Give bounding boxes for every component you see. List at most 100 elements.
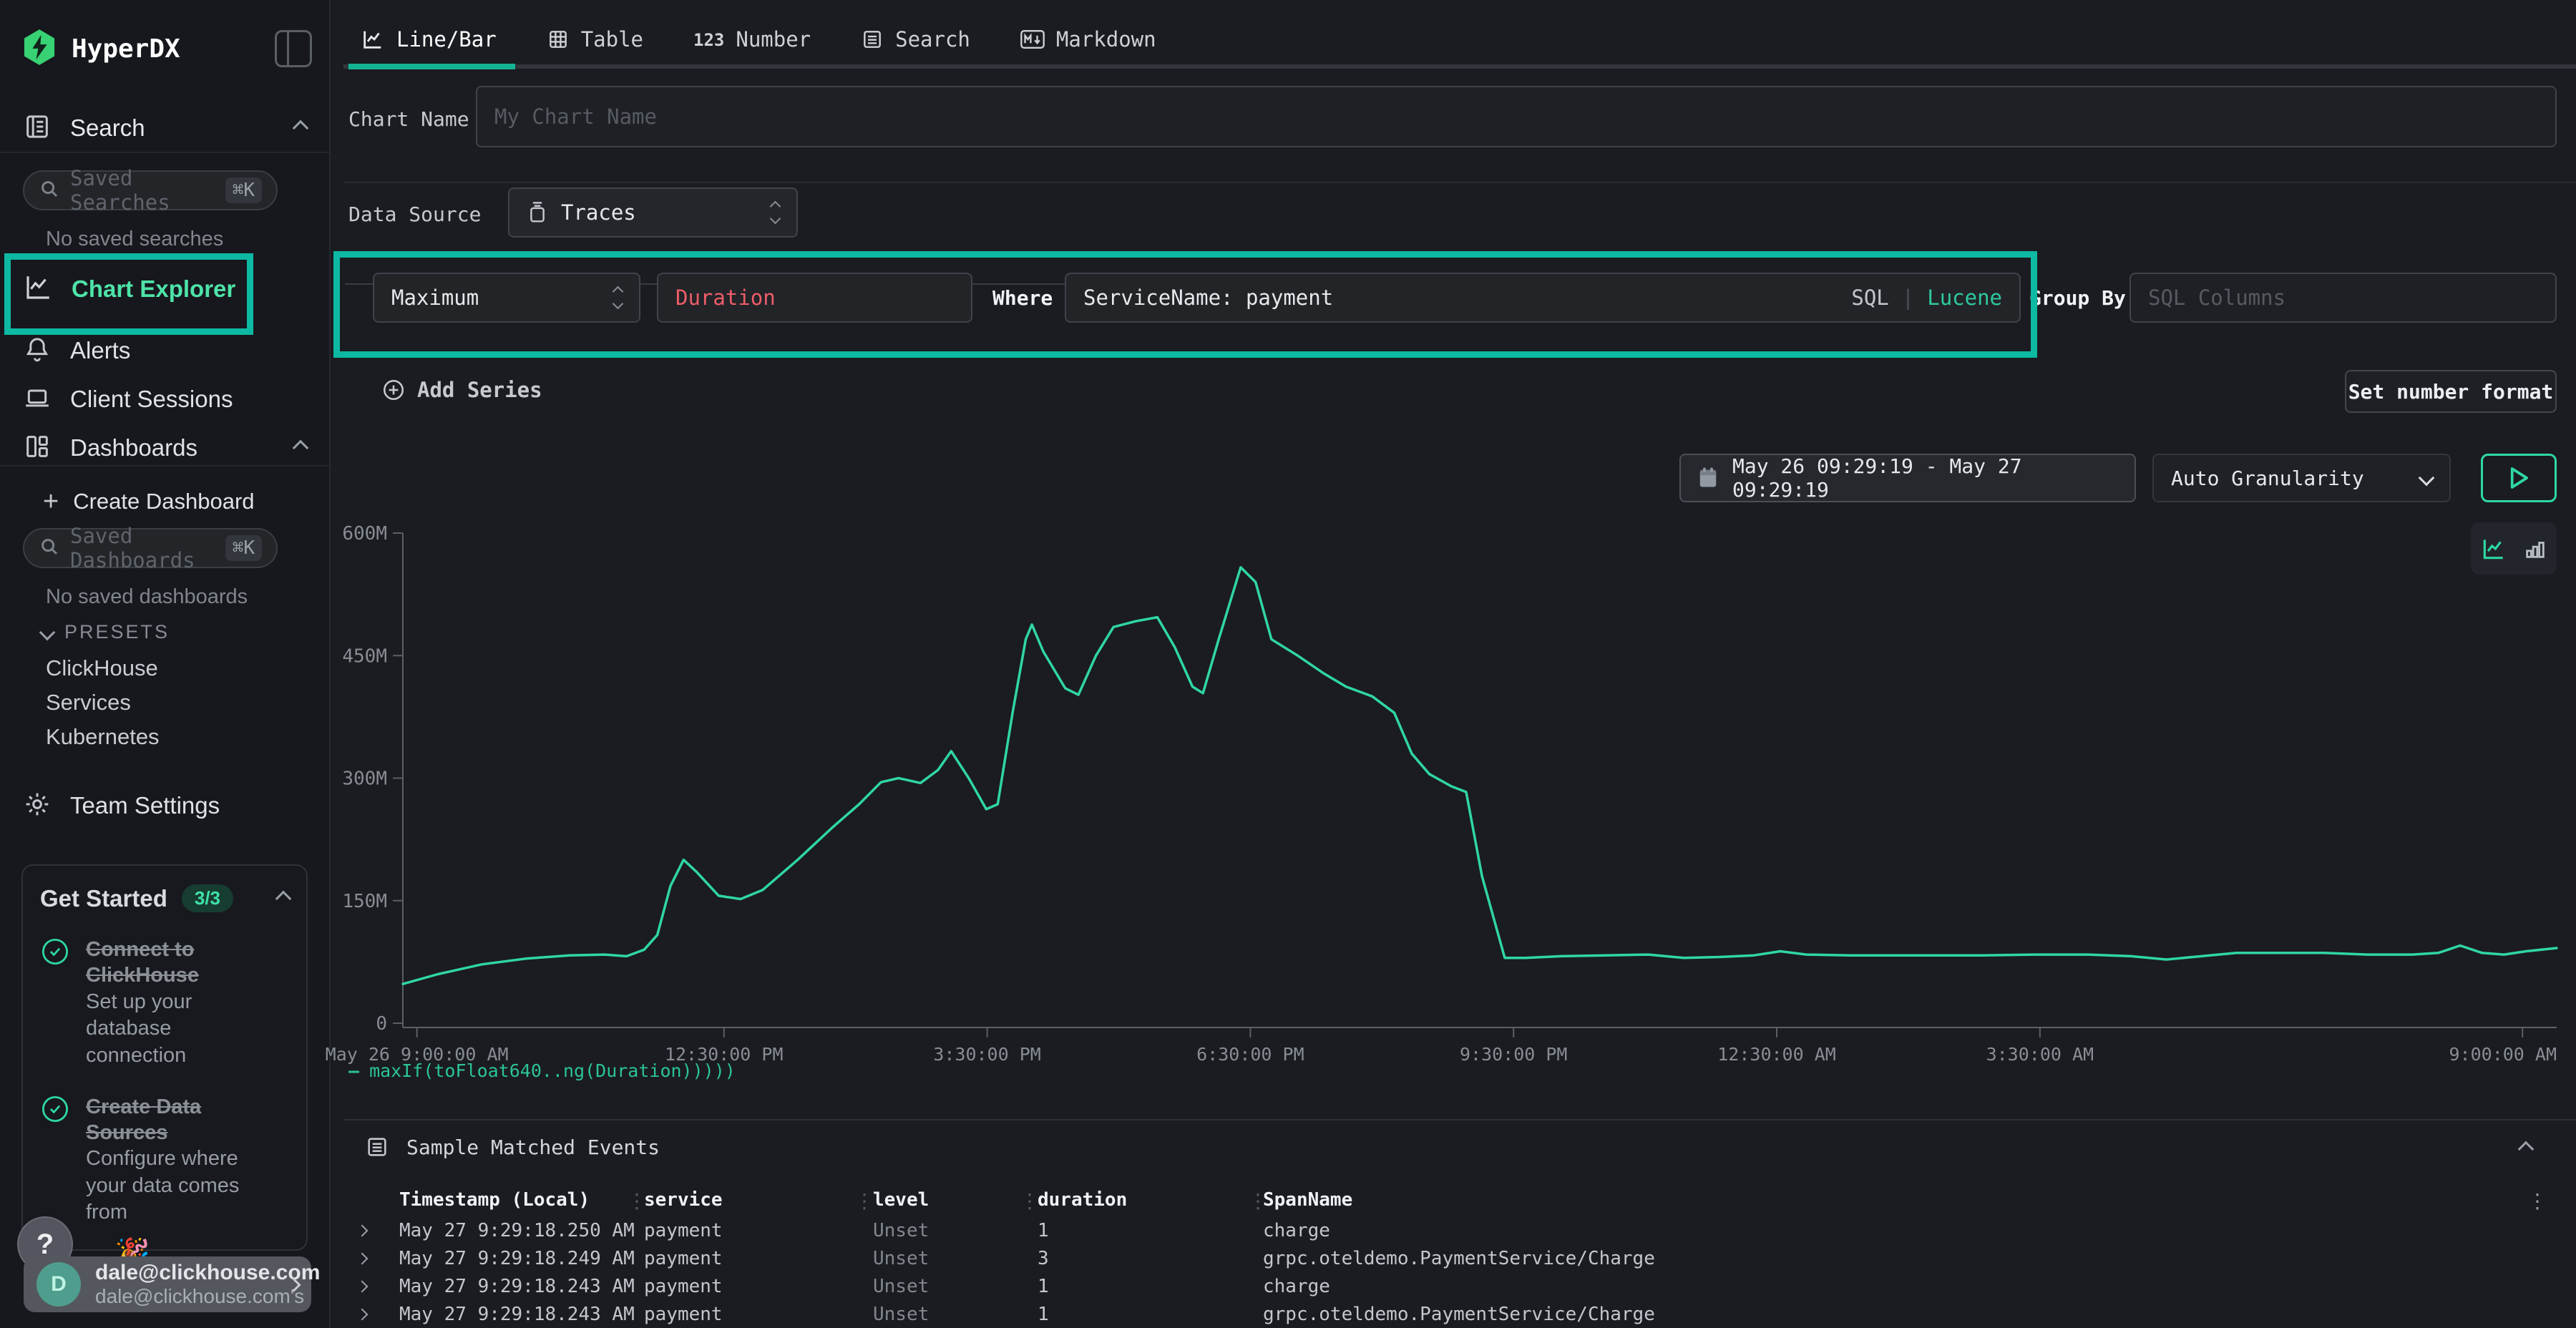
chevron-up-icon[interactable] (275, 890, 292, 907)
tab-label: Search (895, 27, 970, 52)
create-dashboard-button[interactable]: + Create Dashboard (0, 478, 329, 525)
line-chart-toggle-icon[interactable] (2480, 535, 2507, 562)
chart-explorer-icon (23, 273, 53, 306)
event-row[interactable]: May 27 9:29:18.250 AMpaymentUnset1charge (343, 1220, 2562, 1248)
play-icon (2509, 467, 2528, 489)
get-started-item[interactable]: Connect to ClickHouseSet up your databas… (40, 937, 289, 1070)
chart-legend: — maxIf(toFloat640..ng(Duration))))) (348, 1060, 736, 1081)
sidebar-item-dashboards[interactable]: Dashboards (0, 421, 329, 475)
list-icon (861, 28, 884, 51)
set-number-format-button[interactable]: Set number format (2345, 370, 2557, 413)
event-row[interactable]: May 27 9:29:18.243 AMpaymentUnset1grpc.o… (343, 1304, 2562, 1328)
y-axis-tick-label: 450M (342, 645, 387, 667)
tab-table[interactable]: Table (547, 16, 643, 63)
saved-dashboards-input[interactable]: Saved Dashboards ⌘K (23, 528, 278, 568)
get-started-item-title: Create Data Sources (86, 1094, 265, 1146)
preset-item-services[interactable]: Services (46, 690, 131, 716)
tab-line-bar[interactable]: Line/Bar (361, 16, 497, 63)
chevron-up-icon[interactable] (293, 440, 309, 456)
toggle-separator: | (1902, 285, 1914, 310)
sample-events-title: Sample Matched Events (406, 1136, 660, 1159)
sidebar-collapse-icon[interactable] (275, 30, 312, 67)
cell-level: Unset (873, 1304, 929, 1325)
column-header-service[interactable]: service (644, 1189, 723, 1211)
cell-service: payment (644, 1304, 723, 1325)
search-section-label: Search (70, 114, 145, 142)
column-header-timestamp-local-[interactable]: Timestamp (Local) (399, 1189, 590, 1211)
get-started-header[interactable]: Get Started 3/3 (40, 884, 289, 912)
event-row[interactable]: May 27 9:29:18.249 AMpaymentUnset3grpc.o… (343, 1248, 2562, 1276)
sidebar-section-search[interactable]: Search (0, 106, 329, 150)
cell-timestamp-local-: May 27 9:29:18.249 AM (399, 1248, 635, 1269)
aggregation-value: Maximum (391, 285, 479, 310)
group-by-input[interactable]: SQL Columns (2129, 273, 2557, 323)
run-query-button[interactable] (2481, 454, 2557, 502)
column-resize-handle[interactable]: ⋮ (854, 1189, 874, 1213)
help-label: ? (36, 1229, 54, 1261)
sidebar-item-client-sessions[interactable]: Client Sessions (0, 372, 329, 426)
expand-row-icon[interactable] (358, 1281, 366, 1294)
chart-name-input[interactable]: My Chart Name (476, 86, 2557, 147)
user-menu[interactable]: D dale@clickhouse.com dale@clickhouse.co… (24, 1256, 311, 1312)
column-resize-handle[interactable]: ⋮ (627, 1189, 647, 1213)
cell-spanname: grpc.oteldemo.PaymentService/Charge (1263, 1248, 1655, 1269)
get-started-items: Connect to ClickHouseSet up your databas… (40, 937, 289, 1251)
field-value: Duration (675, 285, 776, 310)
column-header-duration[interactable]: duration (1038, 1189, 1127, 1211)
cell-spanname: grpc.oteldemo.PaymentService/Charge (1263, 1304, 1655, 1325)
granularity-select[interactable]: Auto Granularity (2152, 454, 2451, 502)
where-input[interactable]: ServiceName: payment SQL | Lucene (1065, 273, 2021, 323)
column-header-level[interactable]: level (873, 1189, 929, 1211)
sidebar-item-chart-explorer[interactable]: Chart Explorer (0, 262, 329, 316)
column-resize-handle[interactable]: ⋮ (1248, 1189, 1268, 1213)
dashboards-grid-icon (23, 432, 52, 464)
cell-duration: 3 (1038, 1248, 1049, 1269)
field-select[interactable]: Duration (657, 273, 972, 323)
line-chart-icon (361, 27, 385, 52)
preset-item-clickhouse[interactable]: ClickHouse (46, 655, 158, 681)
divider (0, 465, 329, 467)
preset-item-kubernetes[interactable]: Kubernetes (46, 724, 160, 750)
aggregation-select[interactable]: Maximum (373, 273, 640, 323)
tab-markdown[interactable]: Markdown (1020, 16, 1156, 63)
event-row[interactable]: May 27 9:29:18.243 AMpaymentUnset1charge (343, 1276, 2562, 1304)
data-source-select[interactable]: Traces (508, 187, 798, 238)
sidebar-item-label: Dashboards (70, 434, 197, 462)
updown-chevron-icon (614, 288, 622, 308)
lucene-toggle[interactable]: Lucene (1927, 285, 2002, 310)
collapse-panel-button[interactable] (2520, 1143, 2532, 1158)
presets-toggle[interactable]: PRESETS (42, 621, 170, 643)
expand-row-icon[interactable] (358, 1226, 366, 1239)
chevron-down-icon (2419, 470, 2435, 487)
group-by-placeholder: SQL Columns (2148, 285, 2285, 310)
expand-row-icon[interactable] (358, 1254, 366, 1266)
expand-row-icon[interactable] (358, 1309, 366, 1322)
x-axis-tick-label: 6:30:00 PM (1196, 1044, 1304, 1065)
brand-row: HyperDX (23, 26, 312, 72)
sample-events-header[interactable]: Sample Matched Events (365, 1135, 660, 1159)
legend-marker: — (348, 1060, 359, 1081)
table-menu-icon[interactable]: ⋮ (2527, 1189, 2547, 1213)
sidebar-item-alerts[interactable]: Alerts (0, 323, 329, 378)
add-series-label: Add Series (417, 378, 542, 402)
divider (343, 182, 2576, 183)
divider (0, 152, 329, 153)
get-started-item[interactable]: Create Data SourcesConfigure where your … (40, 1094, 289, 1227)
column-header-spanname[interactable]: SpanName (1263, 1189, 1352, 1211)
sidebar-item-team-settings[interactable]: Team Settings (0, 778, 329, 833)
date-range-input[interactable]: May 26 09:29:19 - May 27 09:29:19 (1679, 454, 2136, 502)
bar-chart-toggle-icon[interactable] (2523, 537, 2547, 561)
add-series-button[interactable]: Add Series (381, 378, 542, 402)
no-saved-dashboards-text: No saved dashboards (46, 585, 248, 609)
tab-number[interactable]: 123Number (693, 16, 811, 63)
active-tab-indicator (348, 64, 515, 69)
sql-toggle[interactable]: SQL (1851, 285, 1888, 310)
cell-spanname: charge (1263, 1220, 1330, 1241)
create-dashboard-label: Create Dashboard (73, 489, 254, 514)
app-root: HyperDX Search Saved Searches ⌘K No save… (0, 0, 2576, 1328)
tab-search[interactable]: Search (861, 16, 970, 63)
chevron-up-icon[interactable] (293, 120, 309, 137)
saved-searches-input[interactable]: Saved Searches ⌘K (23, 170, 278, 210)
data-source-label: Data Source (348, 202, 481, 226)
column-resize-handle[interactable]: ⋮ (1020, 1189, 1040, 1213)
